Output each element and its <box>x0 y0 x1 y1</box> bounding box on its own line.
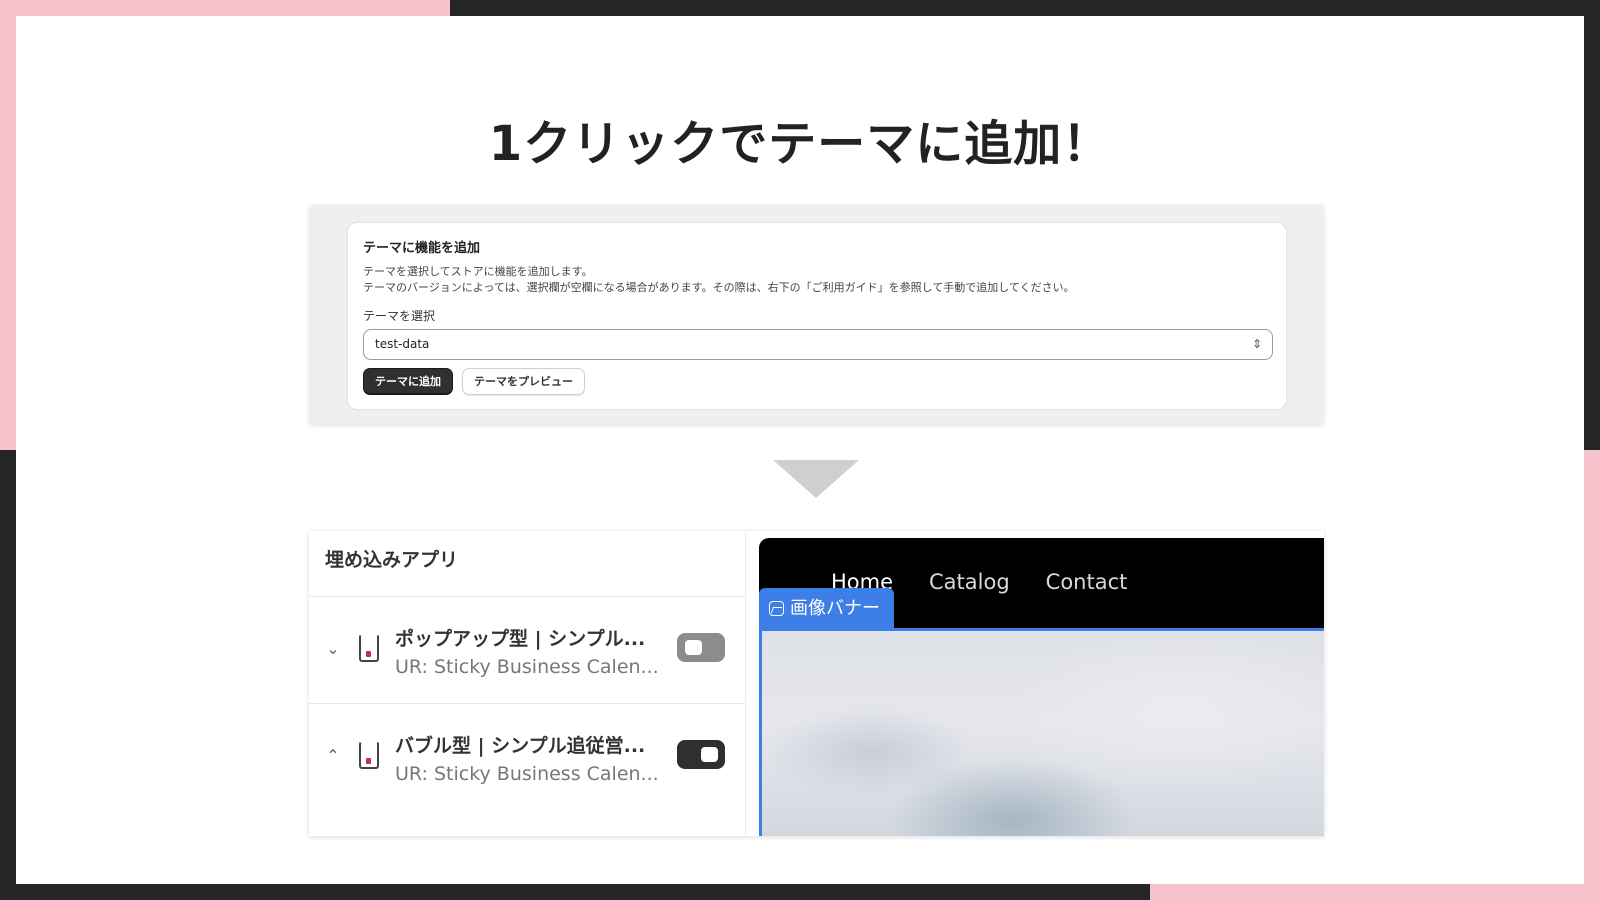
theme-select-value: test-data <box>375 337 430 351</box>
slide-canvas: 1クリックでテーマに追加！ テーマに機能を追加 テーマを選択してストアに機能を追… <box>16 16 1584 884</box>
down-triangle-icon <box>773 460 859 498</box>
app-embed-title: ポップアップ型 | シンプル... <box>395 628 646 650</box>
phone-icon <box>359 741 379 769</box>
phone-icon <box>359 634 379 662</box>
store-preview: Home Catalog Contact 画像バナー <box>759 538 1324 836</box>
chevron-up-down-icon: ⇕ <box>1251 337 1262 351</box>
nav-link-contact[interactable]: Contact <box>1046 570 1128 594</box>
nav-link-catalog[interactable]: Catalog <box>929 570 1010 594</box>
chevron-down-icon[interactable]: ⌄ <box>325 639 341 658</box>
app-embed-item[interactable]: ⌄ ポップアップ型 | シンプル... UR: Sticky Business … <box>309 597 745 704</box>
preview-theme-button[interactable]: テーマをプレビュー <box>462 368 585 395</box>
slide-title: 1クリックでテーマに追加！ <box>488 116 1112 172</box>
app-embed-toggle[interactable] <box>677 740 725 769</box>
card-description-line-2: テーマのバージョンによっては、選択欄が空欄になる場合があります。その際は、右下の… <box>363 281 1075 294</box>
card-description-line-1: テーマを選択してストアに機能を追加します。 <box>363 265 593 278</box>
app-embed-title: バブル型 | シンプル追従営... <box>395 735 646 757</box>
theme-select-label: テーマを選択 <box>363 309 436 323</box>
app-embed-subtitle: UR: Sticky Business Calen... <box>395 656 659 678</box>
image-icon <box>769 601 784 616</box>
toggle-knob <box>701 747 718 762</box>
app-embed-item[interactable]: ⌃ バブル型 | シンプル追従営... UR: Sticky Business … <box>309 704 745 811</box>
app-embeds-header: 埋め込みアプリ <box>309 531 745 597</box>
theme-add-panel: テーマに機能を追加 テーマを選択してストアに機能を追加します。 テーマのバージョ… <box>309 205 1324 425</box>
chevron-up-icon[interactable]: ⌃ <box>325 746 341 765</box>
image-banner-label: 画像バナー <box>790 597 880 619</box>
theme-editor-panel: 埋め込みアプリ ⌄ ポップアップ型 | シンプル... UR: Sticky B… <box>309 531 1324 836</box>
card-title: テーマに機能を追加 <box>363 241 481 256</box>
theme-select[interactable]: test-data ⇕ <box>363 329 1273 360</box>
app-embed-toggle[interactable] <box>677 633 725 662</box>
image-banner-section-tag[interactable]: 画像バナー <box>759 588 894 629</box>
image-banner[interactable] <box>759 628 1324 836</box>
add-feature-card: テーマに機能を追加 テーマを選択してストアに機能を追加します。 テーマのバージョ… <box>347 222 1287 410</box>
app-embeds-panel: 埋め込みアプリ ⌄ ポップアップ型 | シンプル... UR: Sticky B… <box>309 531 746 836</box>
card-actions: テーマに追加 テーマをプレビュー <box>363 368 1271 395</box>
toggle-knob <box>685 640 702 655</box>
app-embed-subtitle: UR: Sticky Business Calen... <box>395 763 659 785</box>
add-to-theme-button[interactable]: テーマに追加 <box>363 368 453 395</box>
